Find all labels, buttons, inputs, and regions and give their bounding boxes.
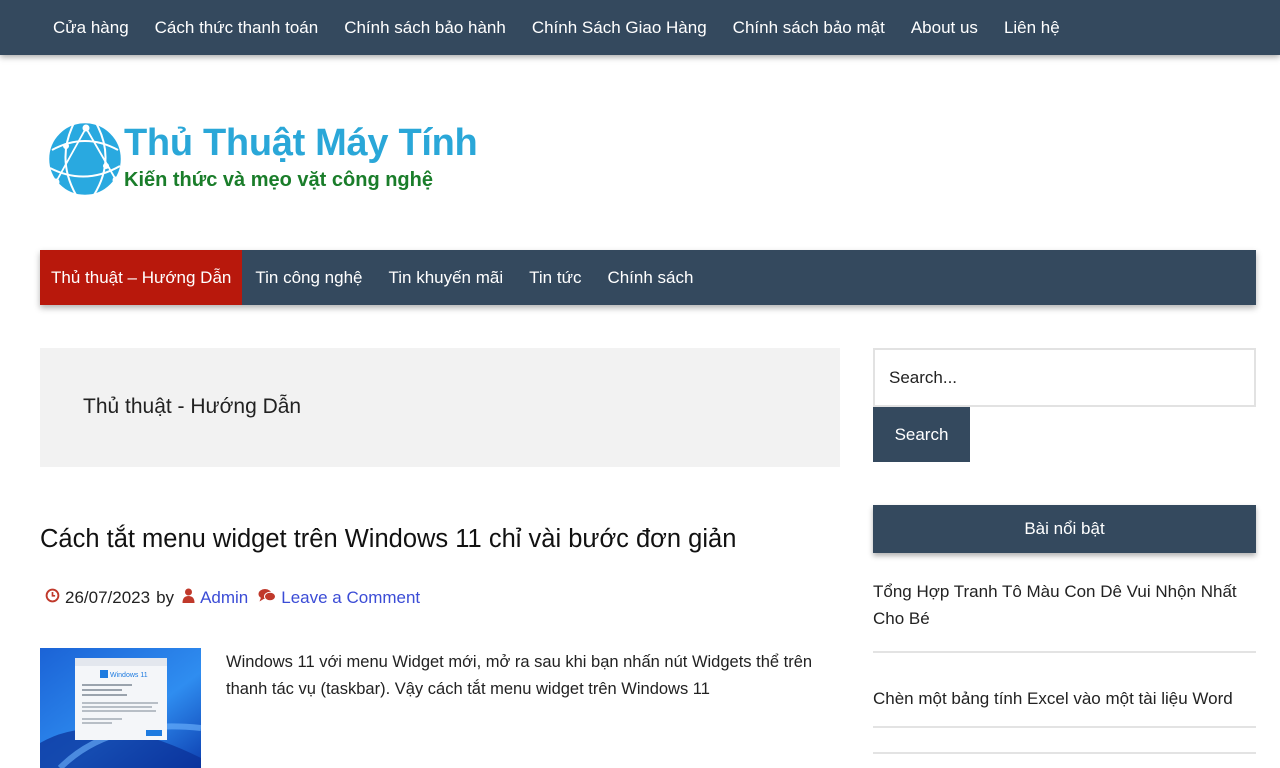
post-meta: 26/07/2023 by Admin Leave a Comment [45,588,420,608]
main-menu-tips[interactable]: Thủ thuật – Hướng Dẫn [40,250,243,305]
post-thumbnail[interactable]: Windows 11 [40,648,201,768]
comment-link[interactable]: Leave a Comment [281,588,420,608]
user-icon [182,588,195,608]
top-menu-privacy[interactable]: Chính sách bảo mật [720,0,898,55]
featured-posts-list: Tổng Hợp Tranh Tô Màu Con Dê Vui Nhộn Nh… [873,578,1256,754]
post-by: by [156,588,175,607]
main-navigation: Thủ thuật – Hướng Dẫn Tin công nghệ Tin … [40,250,1256,305]
search-button[interactable]: Search [873,407,970,462]
top-menu-warranty[interactable]: Chính sách bảo hành [331,0,519,55]
main-menu-tech-news[interactable]: Tin công nghệ [242,250,375,305]
top-menu-payment[interactable]: Cách thức thanh toán [142,0,332,55]
main-menu-news[interactable]: Tin tức [516,250,594,305]
comments-icon [258,588,277,608]
featured-post-item[interactable]: Tổng Hợp Tranh Tô Màu Con Dê Vui Nhộn Nh… [873,578,1256,653]
clock-icon [45,588,60,608]
thumb-caption: Windows 11 [110,672,148,679]
main-menu-policy[interactable]: Chính sách [594,250,706,305]
top-menu-contact[interactable]: Liên hệ [991,0,1073,55]
post-excerpt: Windows 11 với menu Widget mới, mở ra sa… [226,653,813,698]
post-date: 26/07/2023 [65,588,151,607]
site-title: Thủ Thuật Máy Tính [124,122,478,164]
top-menu-about[interactable]: About us [898,0,991,55]
archive-header: Thủ thuật - Hướng Dẫn [40,348,840,467]
globe-icon [46,120,124,198]
main-menu-promotions[interactable]: Tin khuyến mãi [375,250,516,305]
top-menu-shop[interactable]: Cửa hàng [40,0,142,55]
top-menu-shipping[interactable]: Chính Sách Giao Hàng [519,0,720,55]
top-navigation: Cửa hàng Cách thức thanh toán Chính sách… [0,0,1280,55]
site-logo[interactable]: Thủ Thuật Máy Tính Kiến thức và mẹo vặt … [46,118,496,200]
post-title[interactable]: Cách tắt menu widget trên Windows 11 chỉ… [40,525,736,554]
featured-posts-heading: Bài nổi bật [873,505,1256,553]
search-input[interactable] [873,348,1256,407]
featured-post-item[interactable]: Chèn một bảng tính Excel vào một tài liệ… [873,653,1256,728]
archive-title: Thủ thuật - Hướng Dẫn [83,395,302,418]
featured-post-item-partial[interactable] [873,728,1256,754]
site-tagline: Kiến thức và mẹo vặt công nghệ [124,169,433,191]
author-link[interactable]: Admin [200,588,248,608]
